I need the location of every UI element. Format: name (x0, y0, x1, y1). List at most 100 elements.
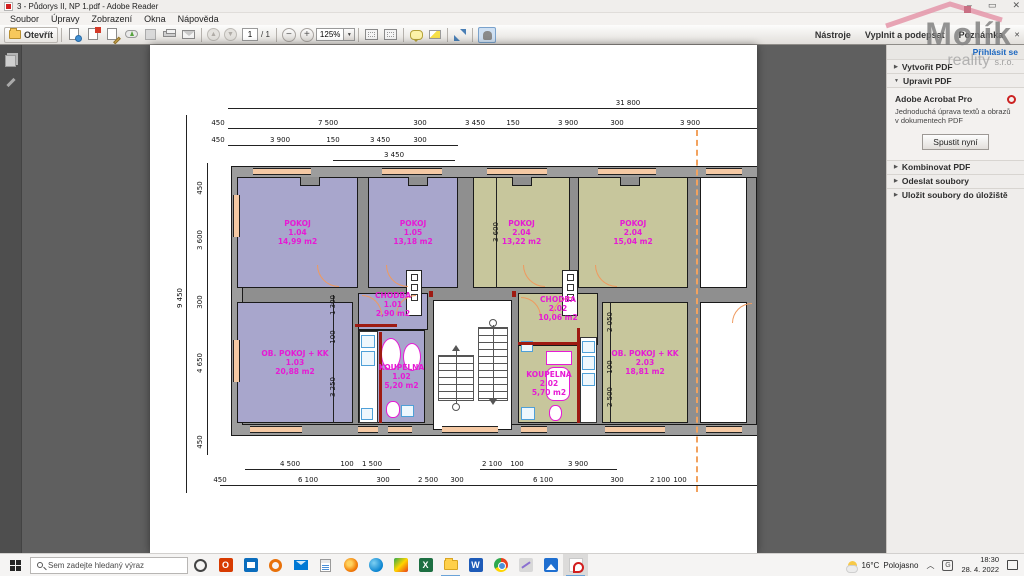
start-button[interactable] (0, 554, 30, 576)
panel-section-create-pdf[interactable]: ▶Vytvořit PDF (887, 59, 1024, 73)
create-pdf-button[interactable] (87, 28, 100, 41)
taskbar-icon-cortana[interactable] (188, 554, 213, 576)
open-button[interactable]: Otevřít (4, 27, 58, 43)
taskbar-icon-mail[interactable] (288, 554, 313, 576)
dimension-label: 150 (506, 119, 519, 127)
taskbar-weather[interactable]: 16°C Polojasno (848, 561, 918, 570)
taskbar-icon-firefox[interactable] (338, 554, 363, 576)
taskbar-icon-excel[interactable]: X (413, 554, 438, 576)
panel-section-edit-pdf[interactable]: ▼Upravit PDF (887, 73, 1024, 87)
tray-chevron-icon[interactable]: ︿ (926, 560, 934, 571)
taskbar-icon-store[interactable] (238, 554, 263, 576)
room-label: KOUPELNA2.025,70 m2 (526, 370, 571, 397)
chevron-right-icon: ▶ (894, 64, 898, 70)
cortana-icon (194, 559, 207, 572)
close-button[interactable]: ✕ (1012, 0, 1020, 11)
launch-now-button[interactable]: Spustit nyní (922, 134, 988, 150)
taskbar-icon-paint[interactable] (513, 554, 538, 576)
panel-section-combine-pdf[interactable]: ▶Kombinovat PDF (887, 160, 1024, 174)
toolbar-close-icon[interactable]: ✕ (1014, 31, 1020, 39)
attachments-icon[interactable] (6, 78, 15, 87)
open-folder-icon (9, 30, 21, 39)
window-bottom (442, 426, 498, 433)
panel-section-send-files[interactable]: ▶Odeslat soubory (887, 174, 1024, 188)
taskbar-icon-photos[interactable] (538, 554, 563, 576)
zoom-out-button[interactable]: − (282, 28, 296, 42)
hand-tool-button[interactable] (478, 27, 496, 43)
zoom-level-value[interactable]: 125% (316, 28, 344, 41)
page-number-input[interactable]: 1 (242, 28, 258, 41)
print-button[interactable] (163, 28, 176, 41)
sign-in-link[interactable]: Přihlásit se (887, 45, 1024, 59)
taskbar-icon-acrobat[interactable] (563, 554, 588, 576)
taskbar-icon-document[interactable] (313, 554, 338, 576)
taskbar-icon-explorer[interactable] (438, 554, 463, 576)
fit-width-button[interactable] (365, 29, 378, 40)
panel-section-store-files[interactable]: ▶Uložit soubory do úložiště (887, 188, 1024, 202)
comment-panel-button[interactable]: Poznámka (954, 27, 1009, 43)
explorer-icon (444, 560, 458, 570)
dim-line-left-col (207, 163, 208, 455)
fit-page-button[interactable] (384, 29, 397, 40)
window-bottom (605, 426, 665, 433)
previous-page-button[interactable]: ▲ (207, 28, 220, 41)
taskbar-icon-office[interactable]: O (213, 554, 238, 576)
zoom-dropdown-arrow[interactable]: ▼ (344, 28, 355, 41)
taskbar-icon-loop[interactable] (263, 554, 288, 576)
dimension-label: 3 900 (558, 119, 578, 127)
clock-time: 18:30 (961, 555, 999, 565)
room-label: POKOJ1.0513,18 m2 (393, 219, 432, 246)
menu-upravy[interactable]: Úpravy (45, 14, 86, 24)
search-icon (37, 562, 43, 568)
window-bottom (250, 426, 302, 433)
fullscreen-icon[interactable] (454, 29, 466, 41)
menu-okna[interactable]: Okna (138, 14, 172, 24)
dimension-label: 100 (510, 460, 523, 468)
taskbar-clock[interactable]: 18:30 28. 4. 2022 (961, 555, 999, 575)
taskbar-search-input[interactable]: Sem zadejte hledaný výraz (30, 557, 188, 574)
menu-zobrazeni[interactable]: Zobrazení (86, 14, 139, 24)
zoom-in-button[interactable]: + (300, 28, 314, 42)
menu-soubor[interactable]: Soubor (4, 14, 45, 24)
wall-pier (408, 177, 428, 186)
maximize-button[interactable]: ▭ (988, 0, 997, 11)
save-pdf-online-button[interactable] (68, 28, 81, 41)
dimension-label: 3 250 (329, 370, 337, 404)
send-to-cloud-button[interactable] (125, 28, 138, 41)
room-label: OB. POKOJ + KK2.0318,81 m2 (611, 349, 678, 376)
acrobat-pro-title: Adobe Acrobat Pro (895, 94, 972, 104)
highlight-tool-icon[interactable] (429, 30, 441, 39)
edge-icon (369, 558, 383, 572)
clock-date: 28. 4. 2022 (961, 565, 999, 575)
room-unshaded-top (700, 177, 747, 288)
sign-document-button[interactable] (106, 28, 119, 41)
room-label: POKOJ2.0413,22 m2 (502, 219, 541, 246)
menu-napoveda[interactable]: Nápověda (172, 14, 225, 24)
taskbar-icon-edge[interactable] (363, 554, 388, 576)
fill-sign-button[interactable]: Vyplnit a podepsat (860, 27, 950, 43)
dimension-label: 3 600 (492, 215, 500, 249)
pdf-page-floor-plan[interactable]: POKOJ1.0414,99 m2 POKOJ1.0513,18 m2 POKOJ2… (150, 45, 757, 553)
window-bottom (388, 426, 412, 433)
minimize-button[interactable]: – (967, 0, 972, 11)
save-button[interactable] (144, 28, 157, 41)
email-button[interactable] (182, 28, 195, 41)
page-thumbnails-icon[interactable] (5, 55, 16, 67)
room-label: KOUPELNA1.025,20 m2 (379, 363, 424, 390)
dimension-label: 100 (340, 460, 353, 468)
taskbar-icon-chrome[interactable] (488, 554, 513, 576)
firefox-icon (344, 558, 358, 572)
action-center-icon[interactable] (1007, 560, 1018, 570)
taskbar-icon-word[interactable]: W (463, 554, 488, 576)
dimension-label: 100 (673, 476, 686, 484)
dimension-label: 1 300 (329, 288, 337, 322)
room-label: POKOJ1.0414,99 m2 (278, 219, 317, 246)
gradient-icon (394, 558, 408, 572)
next-page-button[interactable]: ▼ (224, 28, 237, 41)
comment-bubble-icon[interactable] (410, 30, 423, 40)
tray-input-icon[interactable]: G (942, 560, 953, 571)
tools-button[interactable]: Nástroje (810, 27, 856, 43)
chevron-right-icon: ▶ (894, 178, 898, 184)
page-total-label: / 1 (261, 30, 270, 39)
taskbar-icon-gradient[interactable] (388, 554, 413, 576)
